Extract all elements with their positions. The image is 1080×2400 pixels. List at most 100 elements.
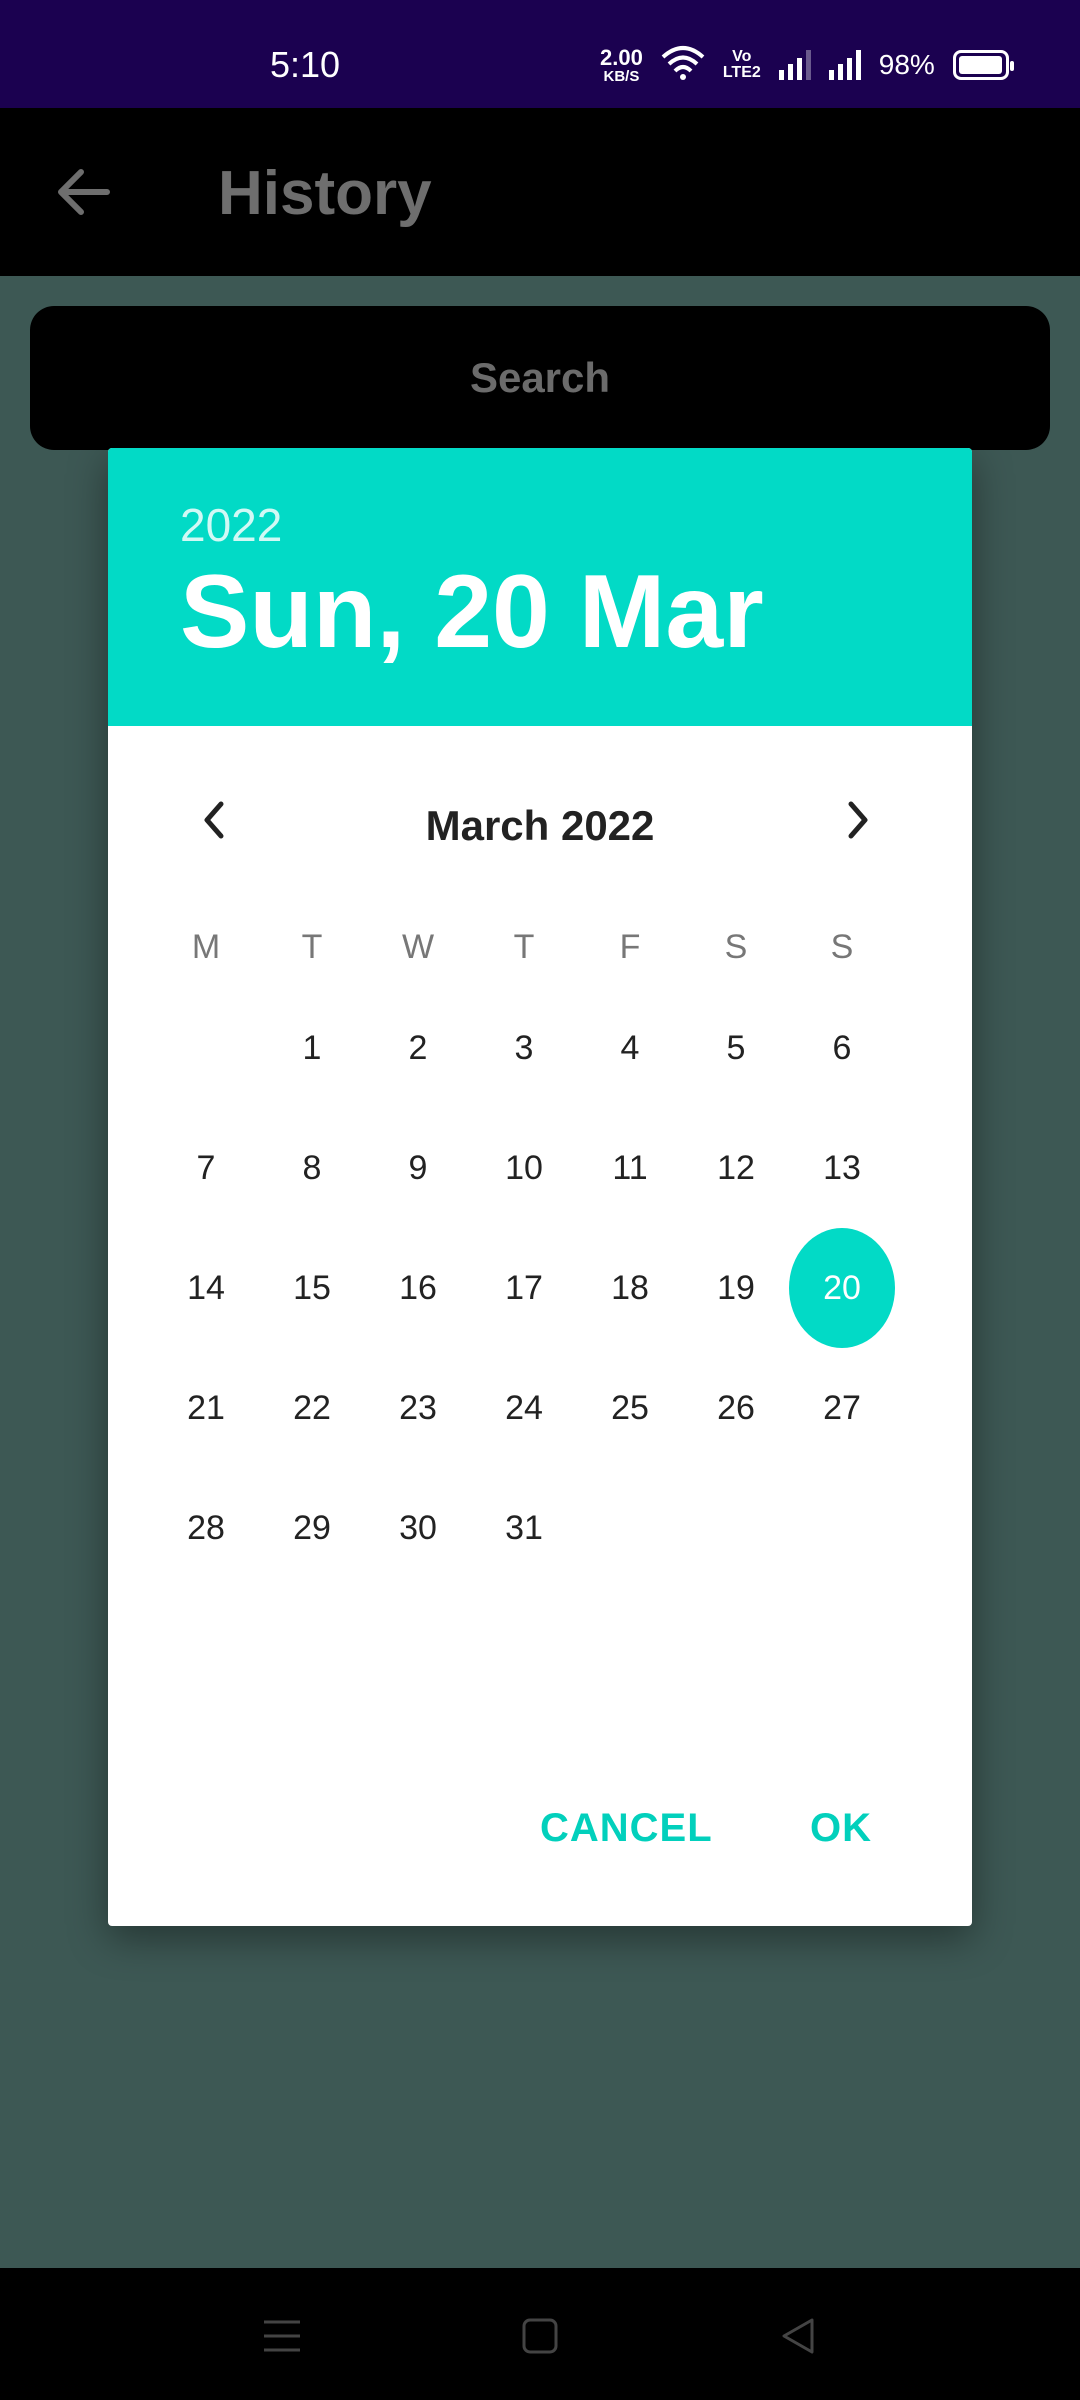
calendar-day-label: 10 — [505, 1148, 543, 1187]
arrow-left-icon — [57, 168, 111, 221]
back-triangle-icon[interactable] — [770, 2308, 826, 2364]
calendar-day[interactable]: 30 — [365, 1468, 471, 1588]
calendar-day-label: 20 — [789, 1228, 895, 1348]
calendar-day-label: 27 — [823, 1388, 861, 1427]
back-button[interactable] — [48, 158, 120, 230]
signal-sim1-icon — [778, 50, 811, 80]
calendar-day[interactable]: 31 — [471, 1468, 577, 1588]
home-square-icon[interactable] — [512, 2308, 568, 2364]
selected-date-label[interactable]: Sun, 20 Mar — [180, 553, 764, 672]
calendar-day[interactable]: 19 — [683, 1228, 789, 1348]
calendar-day[interactable]: 7 — [153, 1108, 259, 1228]
date-picker-dialog: 2022 Sun, 20 Mar March 2022 MTWTFSS 1234… — [108, 448, 972, 1926]
weekday-label: M — [191, 928, 221, 966]
calendar-day[interactable]: 24 — [471, 1348, 577, 1468]
calendar-day[interactable]: 2 — [365, 988, 471, 1108]
calendar-day-label: 22 — [293, 1388, 331, 1427]
network-speed-unit: KB/S — [603, 67, 640, 85]
page-title: History — [218, 159, 432, 228]
calendar-day-label: 26 — [717, 1388, 755, 1427]
search-placeholder: Search — [469, 354, 611, 401]
network-speed-value: 2.00 — [600, 44, 643, 70]
calendar-day-label: 31 — [505, 1508, 543, 1547]
month-navigation: March 2022 — [108, 726, 972, 926]
calendar-day[interactable]: 22 — [259, 1348, 365, 1468]
calendar-day[interactable]: 1 — [259, 988, 365, 1108]
volte-icon: Vo LTE2 — [723, 49, 761, 81]
weekday-label: F — [619, 928, 641, 966]
calendar-day[interactable]: 5 — [683, 988, 789, 1108]
calendar-day-label: 8 — [302, 1148, 322, 1187]
calendar-day[interactable]: 16 — [365, 1228, 471, 1348]
calendar-day-label: 30 — [399, 1508, 437, 1547]
calendar-day-label: 1 — [302, 1028, 322, 1067]
calendar-day[interactable]: 13 — [789, 1108, 895, 1228]
calendar-day-label: 7 — [196, 1148, 216, 1187]
weekday-header-row: MTWTFSS — [153, 928, 895, 967]
status-bar: 5:10 2.00 KB/S Vo LTE2 98% — [0, 0, 1080, 108]
calendar-day-label: 13 — [823, 1148, 861, 1187]
calendar-day-label: 25 — [611, 1388, 649, 1427]
calendar-day[interactable]: 17 — [471, 1228, 577, 1348]
calendar-day[interactable]: 3 — [471, 988, 577, 1108]
calendar-day-label: 17 — [505, 1268, 543, 1307]
calendar-day-label: 2 — [408, 1028, 428, 1067]
battery-level — [958, 56, 1002, 74]
chevron-right-icon — [843, 800, 873, 845]
calendar-day-label: 3 — [514, 1028, 534, 1067]
calendar-day[interactable]: 23 — [365, 1348, 471, 1468]
weekday-label: T — [301, 928, 323, 966]
calendar-day-label: 28 — [187, 1508, 225, 1547]
calendar-day[interactable]: 8 — [259, 1108, 365, 1228]
calendar-day-selected[interactable]: 20 — [789, 1228, 895, 1348]
cancel-button[interactable]: CANCEL — [540, 1806, 713, 1851]
calendar-day[interactable]: 27 — [789, 1348, 895, 1468]
calendar-day[interactable]: 4 — [577, 988, 683, 1108]
battery-icon — [952, 50, 1014, 80]
calendar-day[interactable]: 15 — [259, 1228, 365, 1348]
empty-day-cell — [153, 988, 259, 1108]
date-picker-header: 2022 Sun, 20 Mar — [108, 448, 972, 726]
calendar-day[interactable]: 14 — [153, 1228, 259, 1348]
calendar-day-grid: 1 2 3 4 5 6 7 8 9 10 11 12 13 14 15 16 17 18 19 20 21 22 23 24 2… — [153, 988, 895, 1588]
ok-button[interactable]: OK — [810, 1806, 872, 1851]
calendar-day[interactable]: 10 — [471, 1108, 577, 1228]
calendar-day[interactable]: 18 — [577, 1228, 683, 1348]
calendar-day-label: 6 — [832, 1028, 852, 1067]
selected-year[interactable]: 2022 — [180, 498, 282, 552]
calendar-day-label: 15 — [293, 1268, 331, 1307]
app-bar: History — [0, 108, 1080, 276]
calendar-day-label: 9 — [408, 1148, 428, 1187]
calendar-day[interactable]: 6 — [789, 988, 895, 1108]
calendar-day[interactable]: 9 — [365, 1108, 471, 1228]
next-month-button[interactable] — [822, 786, 894, 858]
calendar-day-label: 12 — [717, 1148, 755, 1187]
calendar-day-label: 4 — [620, 1028, 640, 1067]
calendar-day[interactable]: 11 — [577, 1108, 683, 1228]
calendar-day-label: 14 — [187, 1268, 225, 1307]
weekday-label: S — [830, 928, 854, 966]
calendar-day-label: 23 — [399, 1388, 437, 1427]
status-time: 5:10 — [270, 44, 341, 85]
system-navigation-bar — [0, 2268, 1080, 2400]
calendar-day[interactable]: 12 — [683, 1108, 789, 1228]
calendar-day-label: 16 — [399, 1268, 437, 1307]
status-icons: 2.00 KB/S Vo LTE2 98% — [600, 40, 1014, 90]
calendar-day-label: 18 — [611, 1268, 649, 1307]
calendar-day[interactable]: 28 — [153, 1468, 259, 1588]
battery-percent: 98% — [878, 49, 935, 80]
calendar-day-label: 11 — [612, 1148, 648, 1187]
calendar-day[interactable]: 25 — [577, 1348, 683, 1468]
wifi-icon — [661, 45, 705, 86]
calendar-day[interactable]: 29 — [259, 1468, 365, 1588]
calendar-day[interactable]: 26 — [683, 1348, 789, 1468]
calendar-day[interactable]: 21 — [153, 1348, 259, 1468]
signal-sim2-icon — [828, 50, 861, 80]
search-input[interactable]: Search — [30, 306, 1050, 450]
calendar-day-label: 29 — [293, 1508, 331, 1547]
menu-icon[interactable] — [254, 2308, 310, 2364]
calendar-day-label: 5 — [726, 1028, 746, 1067]
network-speed: 2.00 KB/S — [600, 44, 643, 85]
dialog-actions: CANCEL OK — [108, 1746, 972, 1926]
calendar-day-label: 24 — [505, 1388, 543, 1427]
